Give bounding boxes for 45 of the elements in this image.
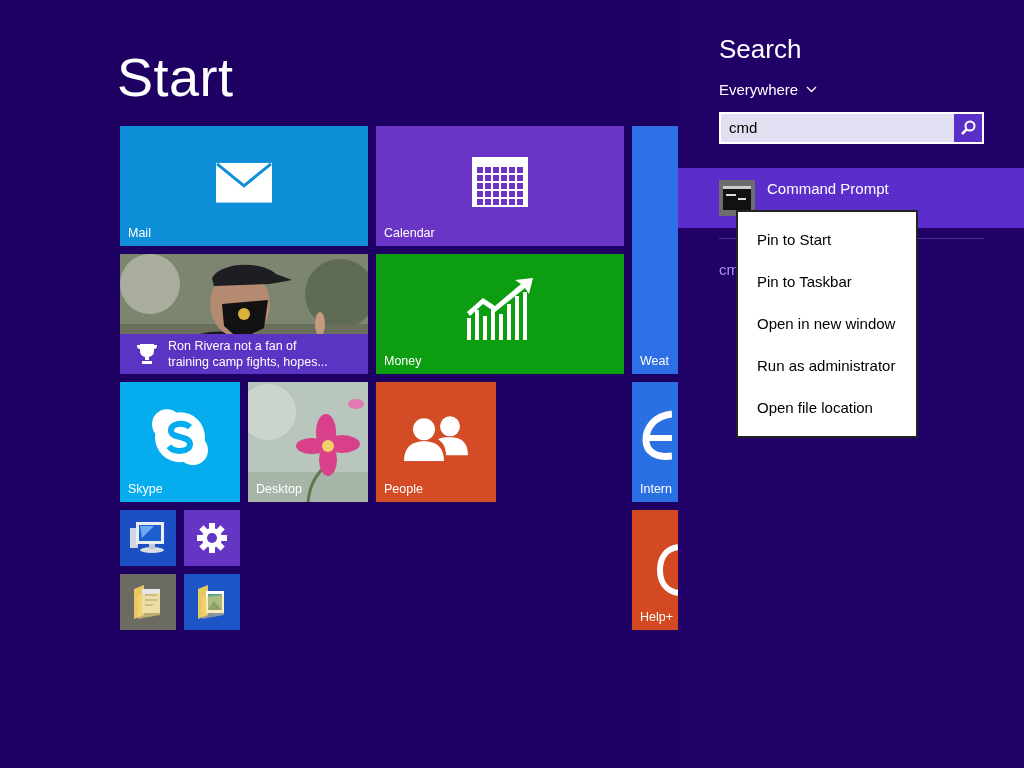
money-tile[interactable]: Money (376, 254, 624, 374)
trophy-icon (136, 343, 158, 365)
people-tile[interactable]: People (376, 382, 496, 502)
tile-label: Intern (640, 482, 672, 496)
chevron-down-icon (806, 86, 818, 93)
search-field[interactable]: cmd (719, 112, 984, 144)
tile-label: Help+ (640, 610, 673, 624)
tile-label: People (384, 482, 423, 496)
help-tile[interactable]: Help+ (632, 510, 678, 630)
tile-label: Mail (128, 226, 151, 240)
weather-tile[interactable]: Weat (632, 126, 678, 374)
search-icon (960, 120, 976, 136)
calendar-icon (472, 157, 528, 207)
menu-item[interactable]: Open in new window (738, 303, 916, 345)
ring-icon (656, 544, 678, 596)
skype-icon (150, 407, 210, 468)
tile-label: Calendar (384, 226, 435, 240)
tile-label: Money (384, 354, 422, 368)
internet-tile[interactable]: Intern (632, 382, 678, 502)
pictures-tile[interactable] (184, 574, 240, 630)
computer-tile[interactable] (120, 510, 176, 566)
mail-icon (216, 162, 272, 203)
folder-icon (134, 585, 162, 619)
people-icon (404, 415, 468, 462)
search-title: Search (719, 34, 803, 65)
documents-tile[interactable] (120, 574, 176, 630)
chart-icon (467, 278, 533, 341)
menu-item[interactable]: Open file location (738, 387, 916, 429)
gear-icon (197, 523, 227, 553)
news-tile[interactable]: Ron Rivera not a fan of training camp fights, hopes... (120, 254, 368, 374)
scope-dropdown[interactable]: Everywhere (719, 81, 818, 98)
menu-item[interactable]: Run as administrator (738, 345, 916, 387)
tile-label: Desktop (256, 482, 302, 496)
tile-label: Skype (128, 482, 163, 496)
settings-tile[interactable] (184, 510, 240, 566)
tile-label: Weat (640, 354, 669, 368)
computer-icon (130, 522, 166, 554)
calendar-tile[interactable]: Calendar (376, 126, 624, 246)
command-prompt-icon (723, 186, 751, 210)
search-button[interactable] (954, 114, 982, 142)
mail-tile[interactable]: Mail (120, 126, 368, 246)
menu-item[interactable]: Pin to Taskbar (738, 261, 916, 303)
folder-icon (198, 585, 226, 619)
news-headline: Ron Rivera not a fan of training camp fights, hopes... (168, 338, 329, 370)
start-title: Start (117, 47, 234, 107)
